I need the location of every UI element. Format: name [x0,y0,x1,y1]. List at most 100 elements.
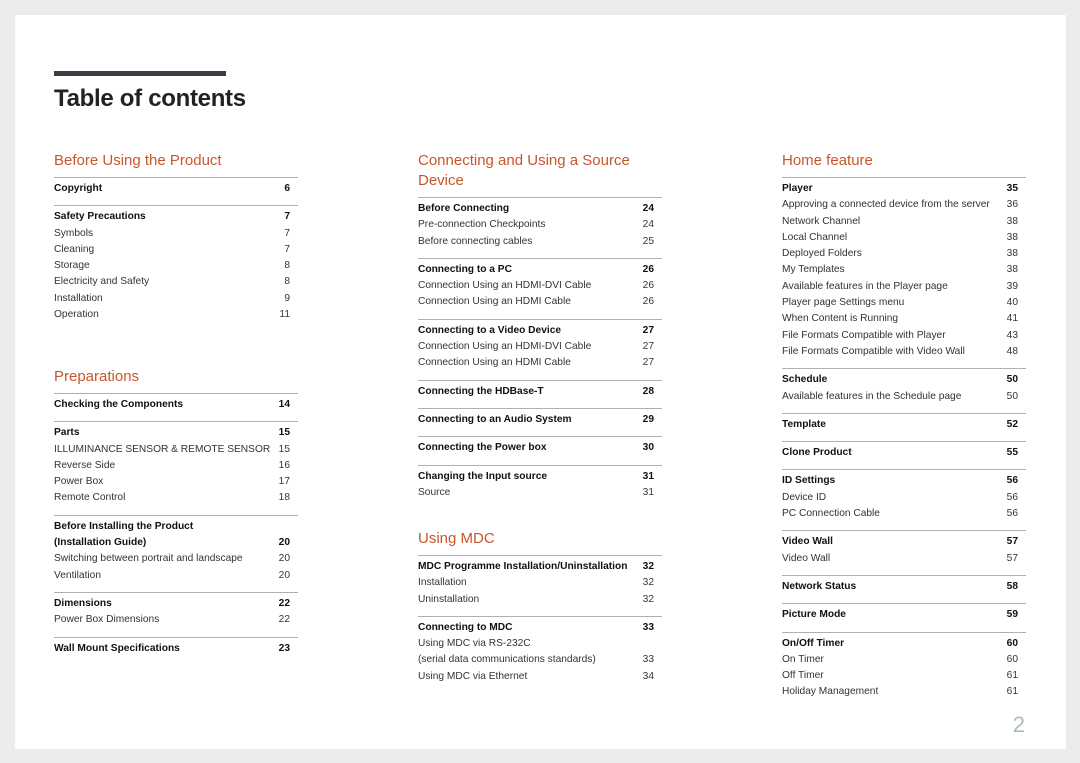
entry-page-number: 16 [278,459,290,471]
toc-entry[interactable]: Electricity and Safety 8 [54,274,298,290]
toc-group: Connecting to MDC 33 Using MDC via RS-232C… [418,615,662,685]
entry-label: Storage [54,260,90,272]
toc-heading-entry[interactable]: Network Status 58 [782,579,1026,595]
toc-entry[interactable]: Deployed Folders 38 [782,246,1026,262]
toc-entry[interactable]: Installation 32 [418,575,662,591]
toc-heading-entry[interactable]: Picture Mode 59 [782,607,1026,623]
toc-heading-entry[interactable]: ID Settings 56 [782,473,1026,489]
entry-page-number: 50 [1006,374,1018,386]
toc-entry[interactable]: Source 31 [418,485,662,501]
entry-page-number: 15 [278,443,290,455]
section-title[interactable]: Before Using the Product [54,151,274,171]
toc-entry[interactable]: On Timer 60 [782,652,1026,668]
toc-entry[interactable]: Switching between portrait and landscape… [54,551,298,567]
toc-entry[interactable]: Installation 9 [54,291,298,307]
toc-entry[interactable]: Connection Using an HDMI-DVI Cable 27 [418,339,662,355]
toc-heading-entry[interactable]: Connecting the Power box 30 [418,440,662,456]
toc-entry[interactable]: Cleaning 7 [54,242,298,258]
entry-label: My Templates [782,264,845,276]
entry-label: Pre-connection Checkpoints [418,219,546,231]
toc-heading-entry[interactable]: Connecting the HDBase-T 28 [418,384,662,400]
toc-entry[interactable]: Connection Using an HDMI-DVI Cable 26 [418,278,662,294]
toc-heading-entry[interactable]: Connecting to MDC 33 [418,620,662,636]
toc-entry[interactable]: Power Box 17 [54,474,298,490]
entry-page-number: 31 [642,486,654,498]
entry-label: Connection Using an HDMI-DVI Cable [418,341,592,353]
toc-entry[interactable]: File Formats Compatible with Video Wall 4… [782,344,1026,360]
toc-entry[interactable]: Operation 11 [54,307,298,323]
toc-entry[interactable]: Symbols 7 [54,226,298,242]
toc-group: Parts 15 ILLUMINANCE SENSOR & REMOTE SENSO… [54,421,298,506]
entry-label: Off Timer [782,670,824,682]
toc-entry[interactable]: Video Wall 57 [782,551,1026,567]
toc-entry[interactable]: Connection Using an HDMI Cable 26 [418,294,662,310]
toc-entry[interactable]: Before connecting cables 25 [418,234,662,250]
toc-entry[interactable]: Using MDC via Ethernet 34 [418,669,662,685]
toc-entry[interactable]: Connection Using an HDMI Cable 27 [418,355,662,371]
entry-label: Uninstallation [418,593,480,605]
toc-group: Network Status 58 [782,574,1026,595]
section-title[interactable]: Connecting and Using a Source Device [418,151,638,191]
toc-heading-entry[interactable]: Before Connecting 24 [418,201,662,217]
toc-heading-entry[interactable]: Connecting to an Audio System 29 [418,412,662,428]
toc-entry[interactable]: Storage 8 [54,258,298,274]
toc-heading-entry[interactable]: Clone Product 55 [782,445,1026,461]
toc-group: Template 52 [782,412,1026,433]
toc-heading-entry[interactable]: Connecting to a Video Device 27 [418,323,662,339]
toc-heading-entry[interactable]: Changing the Input source 31 [418,469,662,485]
toc-heading-entry[interactable]: Safety Precautions 7 [54,209,298,225]
entry-label: Connection Using an HDMI Cable [418,296,571,308]
toc-entry[interactable]: Reverse Side 16 [54,458,298,474]
toc-heading-entry[interactable]: Wall Mount Specifications 23 [54,641,298,657]
entry-page-number: 33 [642,621,654,633]
toc-entry[interactable]: Approving a connected device from the se… [782,197,1026,213]
toc-heading-entry[interactable]: Copyright 6 [54,181,298,197]
entry-label: Holiday Management [782,686,879,698]
toc-entry[interactable]: Available features in the Player page 39 [782,279,1026,295]
toc-entry[interactable]: My Templates 38 [782,262,1026,278]
toc-heading-entry[interactable]: Dimensions 22 [54,596,298,612]
toc-entry[interactable]: Player page Settings menu 40 [782,295,1026,311]
section-title[interactable]: Using MDC [418,529,638,549]
entry-label: Template [782,418,826,430]
toc-entry[interactable]: Pre-connection Checkpoints 24 [418,217,662,233]
toc-entry[interactable]: Power Box Dimensions 22 [54,612,298,628]
toc-heading-entry[interactable]: Before Installing the Product (Installat… [54,519,298,552]
section-title[interactable]: Preparations [54,367,274,387]
section-title[interactable]: Home feature [782,151,1002,171]
toc-entry[interactable]: Uninstallation 32 [418,592,662,608]
toc-group: Safety Precautions 7 Symbols 7 Cleaning 7 Stor… [54,205,298,323]
toc-heading-entry[interactable]: Template 52 [782,417,1026,433]
toc-entry[interactable]: Using MDC via RS-232C (serial data commu… [418,636,662,669]
toc-heading-entry[interactable]: Parts 15 [54,425,298,441]
toc-entry[interactable]: Ventilation 20 [54,568,298,584]
toc-entry[interactable]: ILLUMINANCE SENSOR & REMOTE SENSOR 15 [54,442,298,458]
entry-page-number: 57 [1006,552,1018,564]
toc-heading-entry[interactable]: Schedule 50 [782,372,1026,388]
toc-entry[interactable]: Local Channel 38 [782,230,1026,246]
toc-entry[interactable]: PC Connection Cable 56 [782,506,1026,522]
entry-page-number: 34 [642,670,654,682]
toc-section: Before Using the Product Copyright 6 Safety… [54,151,298,331]
toc-entry[interactable]: Device ID 56 [782,490,1026,506]
toc-heading-entry[interactable]: On/Off Timer 60 [782,636,1026,652]
toc-entry[interactable]: Holiday Management 61 [782,684,1026,700]
entry-page-number: 8 [284,276,290,288]
entry-page-number: 59 [1006,609,1018,621]
toc-entry[interactable]: Network Channel 38 [782,214,1026,230]
entry-page-number: 20 [278,569,290,581]
toc-group: Player 35 Approving a connected device fro… [782,177,1026,360]
toc-heading-entry[interactable]: Connecting to a PC 26 [418,262,662,278]
toc-entry[interactable]: Off Timer 61 [782,668,1026,684]
toc-entry[interactable]: File Formats Compatible with Player 43 [782,328,1026,344]
toc-heading-entry[interactable]: Player 35 [782,181,1026,197]
entry-label: Checking the Components [54,399,184,410]
entry-page-number: 55 [1006,447,1018,459]
toc-heading-entry[interactable]: MDC Programme Installation/Uninstallatio… [418,559,662,575]
toc-entry[interactable]: Available features in the Schedule page 5… [782,389,1026,405]
toc-heading-entry[interactable]: Video Wall 57 [782,534,1026,550]
entry-label: Schedule [782,374,828,386]
toc-heading-entry[interactable]: Checking the Components 14 [54,397,298,413]
toc-entry[interactable]: Remote Control 18 [54,490,298,506]
toc-entry[interactable]: When Content is Running 41 [782,311,1026,327]
